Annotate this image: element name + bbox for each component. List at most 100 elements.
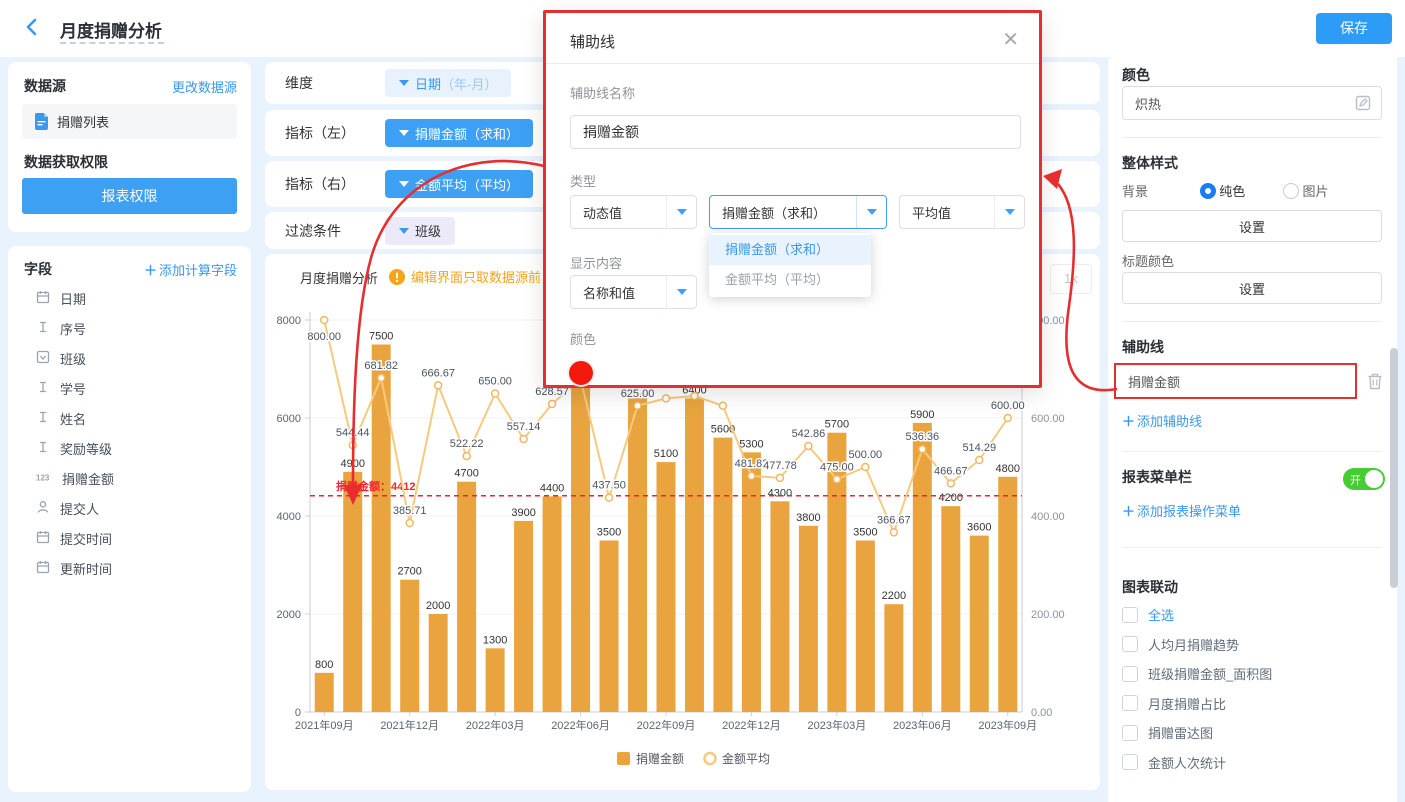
checkbox-icon[interactable] bbox=[1122, 725, 1138, 741]
color-swatch[interactable] bbox=[569, 361, 593, 385]
save-button[interactable]: 保存 bbox=[1316, 13, 1392, 44]
bar-2023年03月[interactable] bbox=[827, 433, 846, 712]
linkage-item-金额人次统计[interactable]: 金额人次统计 bbox=[1122, 753, 1226, 772]
checkbox-icon[interactable] bbox=[1122, 636, 1138, 652]
display-select[interactable]: 名称和值 bbox=[570, 275, 697, 309]
field-item-捐赠金额[interactable]: 123捐赠金额 bbox=[36, 468, 114, 488]
dropdown-option-金额平均（平均）[interactable]: 金额平均（平均） bbox=[709, 265, 871, 295]
field-item-提交人[interactable]: 提交人 bbox=[36, 498, 99, 518]
line-point-2023年01月[interactable] bbox=[776, 474, 783, 481]
aggregate-select[interactable]: 平均值 bbox=[899, 195, 1025, 229]
bar-2021年10月[interactable] bbox=[343, 472, 362, 712]
line-point-2022年10月[interactable] bbox=[691, 392, 698, 399]
line-point-2022年12月[interactable] bbox=[748, 472, 755, 479]
bar-2022年12月[interactable] bbox=[742, 452, 761, 712]
bar-2022年03月[interactable] bbox=[486, 648, 505, 712]
bar-2023年05月[interactable] bbox=[884, 604, 903, 712]
edit-icon[interactable] bbox=[1355, 95, 1371, 111]
line-point-2022年01月[interactable] bbox=[435, 382, 442, 389]
bar-2023年04月[interactable] bbox=[856, 541, 875, 713]
field-item-班级[interactable]: 班级 bbox=[36, 348, 86, 368]
dropdown-option-捐赠金额（求和）[interactable]: 捐赠金额（求和） bbox=[709, 235, 871, 265]
line-point-2023年09月[interactable] bbox=[1004, 415, 1011, 422]
radio-solid[interactable]: 纯色 bbox=[1200, 184, 1246, 199]
line-point-2022年05月[interactable] bbox=[549, 401, 556, 408]
bar-2023年09月[interactable] bbox=[998, 477, 1017, 712]
trash-icon[interactable] bbox=[1366, 372, 1384, 391]
line-point-2023年03月[interactable] bbox=[833, 476, 840, 483]
bar-2023年07月[interactable] bbox=[941, 506, 960, 712]
linkage-item-班级捐赠金额_面积图[interactable]: 班级捐赠金额_面积图 bbox=[1122, 664, 1272, 683]
line-point-2021年10月[interactable] bbox=[349, 442, 356, 449]
linkage-item-捐赠雷达图[interactable]: 捐赠雷达图 bbox=[1122, 723, 1213, 742]
field-item-序号[interactable]: 序号 bbox=[36, 318, 86, 338]
bar-2022年10月[interactable] bbox=[685, 398, 704, 712]
bar-2021年11月[interactable] bbox=[372, 345, 391, 713]
line-point-2023年06月[interactable] bbox=[919, 446, 926, 453]
bar-2022年08月[interactable] bbox=[628, 394, 647, 713]
datasource-item[interactable]: 捐赠列表 bbox=[22, 104, 237, 139]
bar-2023年02月[interactable] bbox=[799, 526, 818, 712]
pill-过滤条件[interactable]: 班级 bbox=[385, 217, 455, 245]
bar-2022年02月[interactable] bbox=[457, 482, 476, 712]
line-point-2022年02月[interactable] bbox=[463, 453, 470, 460]
linkage-item-人均月捐赠趋势[interactable]: 人均月捐赠趋势 bbox=[1122, 635, 1239, 654]
color-scheme-input[interactable]: 炽热 bbox=[1122, 86, 1382, 120]
field-item-奖励等级[interactable]: 奖励等级 bbox=[36, 438, 112, 458]
line-point-2021年09月[interactable] bbox=[321, 317, 328, 324]
bg-set-button[interactable]: 设置 bbox=[1122, 210, 1382, 242]
line-point-2023年07月[interactable] bbox=[947, 480, 954, 487]
legend-line-swatch[interactable] bbox=[705, 753, 716, 764]
type-select[interactable]: 动态值 bbox=[570, 195, 697, 229]
bar-2023年01月[interactable] bbox=[770, 501, 789, 712]
field-item-日期[interactable]: 日期 bbox=[36, 288, 86, 308]
bar-2022年05月[interactable] bbox=[543, 496, 562, 712]
line-point-2021年12月[interactable] bbox=[406, 520, 413, 527]
back-icon[interactable] bbox=[24, 16, 40, 38]
bar-2021年12月[interactable] bbox=[400, 580, 419, 712]
pill-指标（左）[interactable]: 捐赠金额（求和） bbox=[385, 119, 533, 147]
line-point-2022年07月[interactable] bbox=[606, 494, 613, 501]
line-point-2022年08月[interactable] bbox=[634, 402, 641, 409]
add-calc-field-link[interactable]: ＋添加计算字段 bbox=[144, 260, 237, 279]
title-color-set-button[interactable]: 设置 bbox=[1122, 272, 1382, 304]
field-item-姓名[interactable]: 姓名 bbox=[36, 408, 86, 428]
line-point-2022年04月[interactable] bbox=[520, 436, 527, 443]
line-point-2023年04月[interactable] bbox=[862, 464, 869, 471]
bar-2022年09月[interactable] bbox=[657, 462, 676, 712]
change-datasource-link[interactable]: 更改数据源 bbox=[172, 77, 237, 96]
report-permission-button[interactable]: 报表权限 bbox=[22, 178, 237, 214]
line-point-2023年02月[interactable] bbox=[805, 442, 812, 449]
bar-2022年11月[interactable] bbox=[713, 438, 732, 712]
line-point-2022年11月[interactable] bbox=[719, 402, 726, 409]
line-point-2022年03月[interactable] bbox=[492, 390, 499, 397]
radio-image[interactable]: 图片 bbox=[1283, 184, 1329, 199]
add-aux-link[interactable]: ＋添加辅助线 bbox=[1122, 411, 1382, 430]
bar-2022年01月[interactable] bbox=[429, 614, 448, 712]
checkbox-icon[interactable] bbox=[1122, 754, 1138, 770]
scrollbar-thumb[interactable] bbox=[1390, 348, 1398, 588]
line-point-2023年05月[interactable] bbox=[890, 529, 897, 536]
line-point-2022年09月[interactable] bbox=[663, 395, 670, 402]
checkbox-icon[interactable] bbox=[1122, 666, 1138, 682]
bar-2022年06月[interactable] bbox=[571, 379, 590, 712]
checkbox-icon[interactable] bbox=[1122, 607, 1138, 623]
bar-2021年09月[interactable] bbox=[315, 673, 334, 712]
menu-toggle[interactable]: 开 bbox=[1343, 468, 1385, 490]
bar-2022年07月[interactable] bbox=[600, 541, 619, 713]
legend-bar-swatch[interactable] bbox=[617, 752, 630, 765]
field-item-学号[interactable]: 学号 bbox=[36, 378, 86, 398]
close-icon[interactable]: ✕ bbox=[1002, 27, 1019, 52]
line-point-2021年11月[interactable] bbox=[378, 374, 385, 381]
aux-name-input[interactable] bbox=[570, 115, 1021, 149]
linkage-item-月度捐赠占比[interactable]: 月度捐赠占比 bbox=[1122, 694, 1226, 713]
metric-select[interactable]: 捐赠金额（求和） bbox=[709, 195, 887, 229]
field-item-提交时间[interactable]: 提交时间 bbox=[36, 528, 112, 548]
aux-line-item[interactable]: 捐赠金额 bbox=[1114, 363, 1357, 399]
pill-维度[interactable]: 日期（年-月） bbox=[385, 69, 511, 97]
checkbox-icon[interactable] bbox=[1122, 695, 1138, 711]
bar-2023年08月[interactable] bbox=[970, 536, 989, 712]
line-point-2023年08月[interactable] bbox=[976, 456, 983, 463]
linkage-item-全选[interactable]: 全选 bbox=[1122, 605, 1174, 624]
field-item-更新时间[interactable]: 更新时间 bbox=[36, 558, 112, 578]
